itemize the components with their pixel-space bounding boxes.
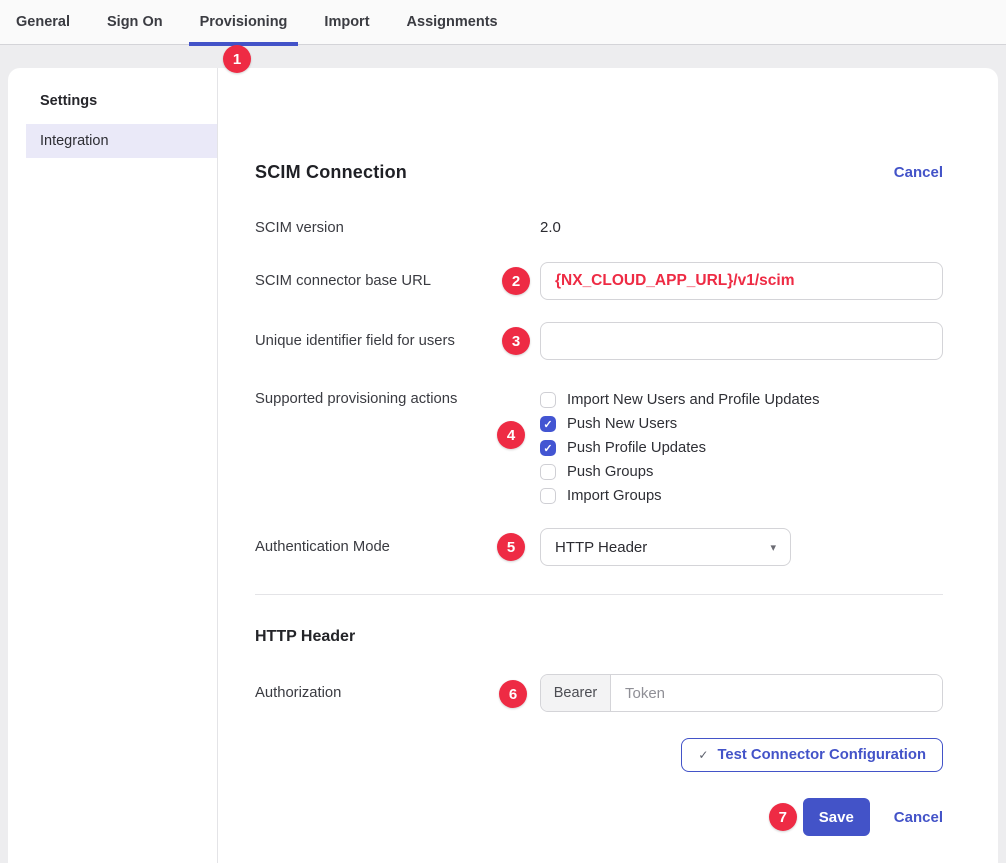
step-badge-5: 5 — [497, 533, 525, 561]
checkbox-icon[interactable]: ✓ — [540, 416, 556, 432]
test-connector-configuration-button[interactable]: ✓ Test Connector Configuration — [681, 738, 943, 772]
scim-connection-form: SCIM Connection Cancel SCIM version 2.0 … — [218, 68, 998, 863]
checkbox-icon[interactable] — [540, 464, 556, 480]
provisioning-actions-label: Supported provisioning actions — [255, 388, 540, 407]
save-button[interactable]: Save — [803, 798, 870, 836]
page-title: SCIM Connection — [255, 162, 407, 183]
tab-import[interactable]: Import — [324, 0, 369, 45]
bearer-prefix: Bearer — [541, 675, 611, 711]
unique-identifier-label: Unique identifier field for users — [255, 333, 540, 349]
tab-sign-on[interactable]: Sign On — [107, 0, 163, 45]
checkbox-icon[interactable]: ✓ — [540, 440, 556, 456]
tab-general[interactable]: General — [16, 0, 70, 45]
base-url-label: SCIM connector base URL — [255, 273, 540, 289]
authorization-input-group: Bearer — [540, 674, 943, 712]
unique-identifier-input[interactable] — [540, 322, 943, 360]
checkbox-label: Import New Users and Profile Updates — [567, 392, 819, 408]
app-tabbar: General Sign On Provisioning Import Assi… — [0, 0, 1006, 45]
checkbox-label: Push New Users — [567, 416, 677, 432]
provisioning-card: Settings Integration SCIM Connection Can… — [8, 68, 998, 863]
provisioning-actions-list: Import New Users and Profile Updates ✓ P… — [540, 388, 943, 508]
footer-cancel-link[interactable]: Cancel — [894, 809, 943, 826]
step-badge-3: 3 — [502, 327, 530, 355]
checkbox-icon[interactable] — [540, 392, 556, 408]
step-badge-1: 1 — [223, 45, 251, 73]
checkbox-label: Push Groups — [567, 464, 653, 480]
checkbox-icon[interactable] — [540, 488, 556, 504]
checkbox-label: Import Groups — [567, 488, 662, 504]
checkbox-label: Push Profile Updates — [567, 440, 706, 456]
chevron-down-icon: ▾ — [770, 541, 776, 554]
authentication-mode-value: HTTP Header — [555, 539, 647, 556]
tab-provisioning[interactable]: Provisioning — [200, 0, 288, 45]
sidebar-item-integration[interactable]: Integration — [26, 124, 217, 158]
step-badge-6: 6 — [499, 680, 527, 708]
section-divider — [255, 594, 943, 595]
checkbox-import-groups[interactable]: Import Groups — [540, 484, 943, 508]
step-badge-7: 7 — [769, 803, 797, 831]
sidebar-item-label: Integration — [40, 133, 109, 149]
header-cancel-link[interactable]: Cancel — [894, 164, 943, 181]
step-badge-4: 4 — [497, 421, 525, 449]
settings-sidebar: Settings Integration — [8, 68, 218, 863]
checkbox-push-new-users[interactable]: ✓ Push New Users — [540, 412, 943, 436]
check-icon: ✓ — [698, 748, 708, 762]
checkbox-push-groups[interactable]: Push Groups — [540, 460, 943, 484]
authorization-label: Authorization — [255, 685, 540, 701]
tab-assignments[interactable]: Assignments — [407, 0, 498, 45]
test-button-label: Test Connector Configuration — [717, 747, 926, 763]
scim-version-value: 2.0 — [540, 219, 943, 236]
token-input[interactable] — [611, 675, 942, 711]
checkbox-push-profile-updates[interactable]: ✓ Push Profile Updates — [540, 436, 943, 460]
authentication-mode-select[interactable]: HTTP Header ▾ — [540, 528, 791, 566]
checkbox-import-new-users[interactable]: Import New Users and Profile Updates — [540, 388, 943, 412]
sidebar-section-title: Settings — [40, 93, 217, 109]
base-url-input[interactable] — [540, 262, 943, 300]
scim-version-label: SCIM version — [255, 220, 540, 236]
http-header-section-title: HTTP Header — [255, 628, 943, 646]
step-badge-2: 2 — [502, 267, 530, 295]
